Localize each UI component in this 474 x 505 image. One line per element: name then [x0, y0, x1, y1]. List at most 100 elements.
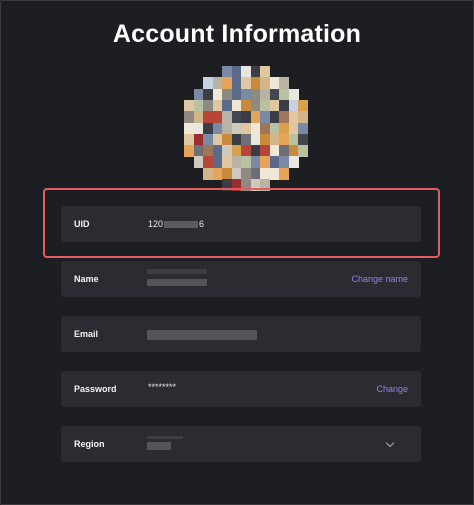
avatar-pixel [222, 122, 232, 135]
avatar-pixel [212, 88, 223, 101]
avatar-pixel [279, 88, 289, 101]
avatar-pixel [212, 122, 223, 135]
avatar-pixel [288, 88, 299, 101]
avatar-pixel [279, 122, 289, 135]
avatar-pixel [298, 111, 308, 124]
avatar-pixel [241, 66, 251, 78]
avatar-pixel [231, 66, 242, 78]
avatar-pixel [222, 133, 232, 146]
name-row: Name Change name [61, 261, 421, 297]
avatar-pixel [212, 99, 223, 112]
avatar-pixel [231, 145, 242, 158]
name-label: Name [74, 274, 99, 284]
change-name-link[interactable]: Change name [351, 261, 408, 297]
avatar-pixel [260, 88, 270, 101]
avatar-pixel [222, 111, 232, 124]
avatar-pixel [241, 77, 251, 90]
avatar-pixel [298, 122, 308, 135]
avatar-pixel [241, 99, 251, 112]
avatar-pixel [231, 133, 242, 146]
avatar-pixel [203, 122, 213, 135]
avatar[interactable] [184, 66, 308, 191]
email-redacted-value [147, 330, 257, 340]
avatar-pixel [279, 77, 289, 90]
avatar-pixel [222, 88, 232, 101]
avatar-pixel [250, 145, 261, 158]
avatar-pixel [279, 167, 289, 180]
avatar-pixel [288, 133, 299, 146]
password-label: Password [74, 384, 117, 394]
avatar-pixel [269, 156, 280, 169]
avatar-pixel [260, 122, 270, 135]
avatar-pixel [222, 156, 232, 169]
chevron-down-icon[interactable] [385, 438, 395, 448]
avatar-pixel [260, 77, 270, 90]
region-label: Region [74, 439, 105, 449]
avatar-pixel [250, 156, 261, 169]
avatar-pixel [288, 111, 299, 124]
avatar-pixel [212, 145, 223, 158]
avatar-pixel [203, 156, 213, 169]
avatar-pixel [184, 133, 194, 146]
avatar-pixel [269, 77, 280, 90]
avatar-pixel [250, 99, 261, 112]
avatar-pixel [222, 99, 232, 112]
name-redacted-value [147, 269, 207, 274]
avatar-pixel [279, 145, 289, 158]
email-label: Email [74, 329, 99, 339]
avatar-pixel [231, 88, 242, 101]
avatar-pixel [250, 122, 261, 135]
avatar-pixel [203, 167, 213, 180]
change-password-link[interactable]: Change [376, 371, 408, 407]
avatar-pixel [222, 167, 232, 180]
avatar-pixel [269, 122, 280, 135]
avatar-pixel [241, 145, 251, 158]
avatar-pixel [203, 145, 213, 158]
avatar-pixel [231, 77, 242, 90]
avatar-pixel [269, 111, 280, 124]
avatar-pixel [203, 88, 213, 101]
avatar-pixel [203, 111, 213, 124]
avatar-pixel [193, 99, 204, 112]
avatar-pixel [203, 77, 213, 90]
avatar-pixel [212, 111, 223, 124]
avatar-pixel [279, 156, 289, 169]
avatar-pixel [260, 111, 270, 124]
avatar-pixel [241, 167, 251, 180]
name-redacted-value-2 [147, 279, 207, 286]
password-row: Password ******** Change [61, 371, 421, 407]
region-row[interactable]: Region [61, 426, 421, 462]
avatar-pixel [279, 111, 289, 124]
avatar-pixel [288, 145, 299, 158]
avatar-pixel [184, 111, 194, 124]
page-title: Account Information [112, 20, 362, 48]
avatar-pixel [269, 88, 280, 101]
avatar-pixel [193, 156, 204, 169]
avatar-pixel [241, 88, 251, 101]
avatar-pixel [298, 99, 308, 112]
avatar-pixel [260, 99, 270, 112]
avatar-pixel [193, 111, 204, 124]
avatar-pixel [193, 88, 204, 101]
avatar-pixel [298, 133, 308, 146]
avatar-pixel [250, 66, 261, 78]
email-row: Email [61, 316, 421, 352]
avatar-pixel [250, 111, 261, 124]
avatar-pixel [279, 133, 289, 146]
avatar-pixel [260, 66, 270, 78]
avatar-pixel [193, 145, 204, 158]
avatar-pixel [212, 133, 223, 146]
avatar-pixel [231, 156, 242, 169]
avatar-pixel [269, 167, 280, 180]
avatar-pixel [222, 66, 232, 78]
avatar-pixel [250, 167, 261, 180]
avatar-pixel [212, 167, 223, 180]
avatar-pixel [222, 77, 232, 90]
avatar-pixel [212, 77, 223, 90]
avatar-pixel [231, 99, 242, 112]
avatar-pixel [222, 145, 232, 158]
avatar-pixel [298, 145, 308, 158]
avatar-pixel [231, 167, 242, 180]
avatar-pixel [279, 99, 289, 112]
avatar-pixel [260, 167, 270, 180]
